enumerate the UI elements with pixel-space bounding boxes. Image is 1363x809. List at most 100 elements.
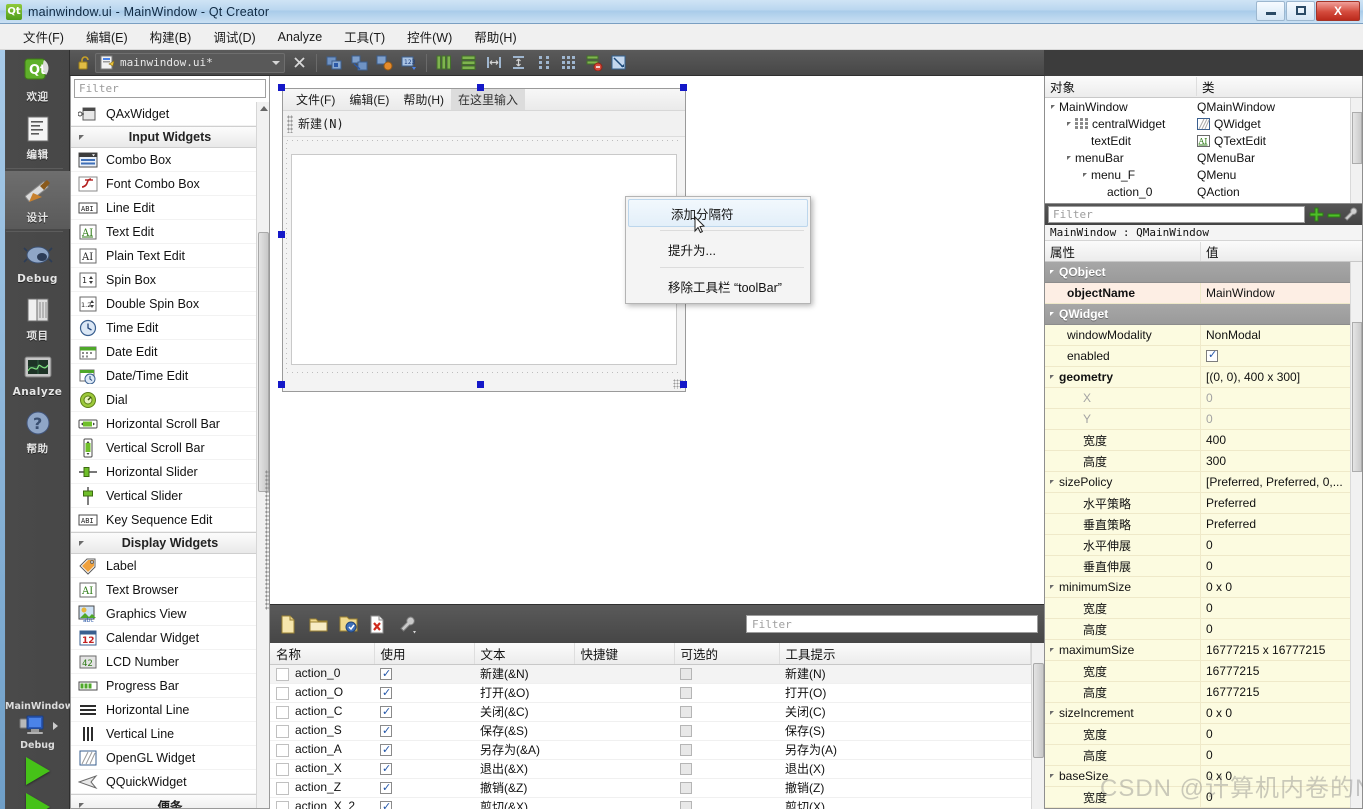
expand-twisty-icon[interactable]: [1050, 270, 1054, 274]
table-row[interactable]: action_X 退出(&X) 退出(X): [270, 759, 1031, 779]
minimize-button[interactable]: [1256, 0, 1285, 21]
action-icon-box[interactable]: [276, 705, 289, 719]
unlock-icon[interactable]: [76, 55, 92, 71]
enabled-checkbox[interactable]: [1206, 348, 1218, 362]
selection-handle-br[interactable]: [680, 381, 687, 388]
object-tree-row[interactable]: textEdit AI QTextEdit: [1045, 132, 1350, 149]
menu-file[interactable]: 文件(F): [12, 24, 75, 49]
mode-analyze[interactable]: Analyze: [5, 347, 70, 402]
mode-edit[interactable]: 编辑: [5, 108, 70, 166]
checkable-checkbox[interactable]: [680, 725, 692, 738]
property-value[interactable]: [1201, 304, 1350, 324]
form-design-canvas[interactable]: 文件(F) 编辑(E) 帮助(H) 在这里输入 新建(N) 添加分隔符 提升为... 移除…: [270, 76, 1044, 604]
checkable-checkbox[interactable]: [680, 668, 692, 681]
object-tree-scrollbar[interactable]: [1350, 98, 1362, 203]
close-icon[interactable]: [288, 52, 310, 73]
property-row[interactable]: sizePolicy [Preferred, Preferred, 0,...: [1045, 472, 1350, 493]
expand-twisty-icon[interactable]: [1051, 104, 1055, 109]
object-tree-row[interactable]: menu_F QMenu: [1045, 166, 1350, 183]
property-row[interactable]: 垂直策略 Preferred: [1045, 514, 1350, 535]
widget-box-filter-input[interactable]: Filter: [74, 79, 266, 98]
widget-category-1[interactable]: Input Widgets: [71, 126, 269, 148]
expand-twisty-icon[interactable]: [1067, 155, 1071, 160]
checkable-checkbox[interactable]: [680, 744, 692, 757]
expand-twisty-icon[interactable]: [1067, 121, 1071, 126]
property-row[interactable]: 宽度 0: [1045, 724, 1350, 745]
edit-buddies-icon[interactable]: [373, 52, 395, 73]
layout-form-icon[interactable]: [533, 52, 555, 73]
property-value[interactable]: MainWindow: [1201, 283, 1350, 303]
menu-build[interactable]: 构建(B): [139, 24, 203, 49]
form-central-textedit[interactable]: [291, 154, 677, 365]
widget-item[interactable]: Vertical Scroll Bar: [71, 436, 269, 460]
property-value[interactable]: 16777215: [1201, 661, 1350, 681]
action-icon-box[interactable]: [276, 724, 289, 738]
action-icon-box[interactable]: [276, 686, 289, 700]
layout-vertically-icon[interactable]: [458, 52, 480, 73]
table-row[interactable]: action_A 另存为(&A) 另存为(A): [270, 740, 1031, 760]
widget-item[interactable]: Date/Time Edit: [71, 364, 269, 388]
property-row[interactable]: enabled: [1045, 346, 1350, 367]
expand-twisty-icon[interactable]: [1050, 648, 1054, 652]
property-scrollbar[interactable]: [1350, 262, 1362, 808]
add-property-button[interactable]: [1309, 207, 1324, 222]
table-row[interactable]: action_Z 撤销(&Z) 撤销(Z): [270, 778, 1031, 798]
widget-item[interactable]: Font Combo Box: [71, 172, 269, 196]
widget-item[interactable]: Vertical Slider: [71, 484, 269, 508]
widget-item[interactable]: ABI Line Edit: [71, 196, 269, 220]
edit-widgets-icon[interactable]: [323, 52, 345, 73]
widget-item[interactable]: Horizontal Line: [71, 698, 269, 722]
property-value[interactable]: Preferred: [1201, 493, 1350, 513]
scrollbar-thumb[interactable]: [258, 232, 269, 492]
expand-twisty-icon[interactable]: [1050, 375, 1054, 379]
property-value[interactable]: 0: [1201, 556, 1350, 576]
widget-item[interactable]: Combo Box: [71, 148, 269, 172]
action-icon-box[interactable]: [276, 800, 289, 809]
checkable-checkbox[interactable]: [680, 687, 692, 700]
used-checkbox[interactable]: [380, 800, 392, 809]
property-row[interactable]: minimumSize 0 x 0: [1045, 577, 1350, 598]
property-row[interactable]: baseSize 0 x 0: [1045, 766, 1350, 787]
widget-item[interactable]: Date Edit: [71, 340, 269, 364]
close-button[interactable]: X: [1316, 0, 1360, 21]
checkable-checkbox[interactable]: [680, 763, 692, 776]
action-table-scrollbar[interactable]: [1031, 643, 1044, 809]
new-action-icon[interactable]: [276, 611, 300, 637]
delete-action-icon[interactable]: [366, 611, 390, 637]
widget-item[interactable]: Dial: [71, 388, 269, 412]
widget-item[interactable]: AI Text Browser: [71, 578, 269, 602]
expand-twisty-icon[interactable]: [1083, 172, 1087, 177]
edit-action-icon[interactable]: [336, 611, 360, 637]
property-value[interactable]: 0: [1201, 598, 1350, 618]
expand-twisty-icon[interactable]: [1050, 585, 1054, 589]
widget-item[interactable]: QQuickWidget: [71, 770, 269, 794]
table-row[interactable]: action_X_2 剪切(&X) 剪切(X): [270, 797, 1031, 809]
property-value[interactable]: [1201, 262, 1350, 282]
widget-item[interactable]: AI Plain Text Edit: [71, 244, 269, 268]
selection-handle-bc[interactable]: [477, 381, 484, 388]
widget-item[interactable]: Horizontal Scroll Bar: [71, 412, 269, 436]
property-rows[interactable]: QObject objectName MainWindow QWidget window…: [1045, 262, 1350, 808]
used-checkbox[interactable]: [380, 762, 392, 776]
form-tool-bar[interactable]: 新建(N): [283, 111, 685, 137]
used-checkbox[interactable]: [380, 781, 392, 795]
property-value[interactable]: 0: [1201, 619, 1350, 639]
menu-analyze[interactable]: Analyze: [267, 27, 333, 47]
checkable-checkbox[interactable]: [680, 801, 692, 809]
property-row[interactable]: 高度 16777215: [1045, 682, 1350, 703]
scrollbar-thumb[interactable]: [1033, 663, 1044, 758]
property-value[interactable]: 0: [1201, 745, 1350, 765]
used-checkbox[interactable]: [380, 686, 392, 700]
used-checkbox[interactable]: [380, 724, 392, 738]
table-row[interactable]: action_O 打开(&O) 打开(O): [270, 683, 1031, 703]
widget-item[interactable]: Progress Bar: [71, 674, 269, 698]
action-icon-box[interactable]: [276, 743, 289, 757]
property-row[interactable]: windowModality NonModal: [1045, 325, 1350, 346]
property-row[interactable]: QObject: [1045, 262, 1350, 283]
break-layout-icon[interactable]: [583, 52, 605, 73]
form-menu-item[interactable]: 文件(F): [289, 89, 342, 110]
adjust-size-icon[interactable]: [608, 52, 630, 73]
property-row[interactable]: maximumSize 16777215 x 16777215: [1045, 640, 1350, 661]
object-tree-row[interactable]: menuBar QMenuBar: [1045, 149, 1350, 166]
property-row[interactable]: sizeIncrement 0 x 0: [1045, 703, 1350, 724]
